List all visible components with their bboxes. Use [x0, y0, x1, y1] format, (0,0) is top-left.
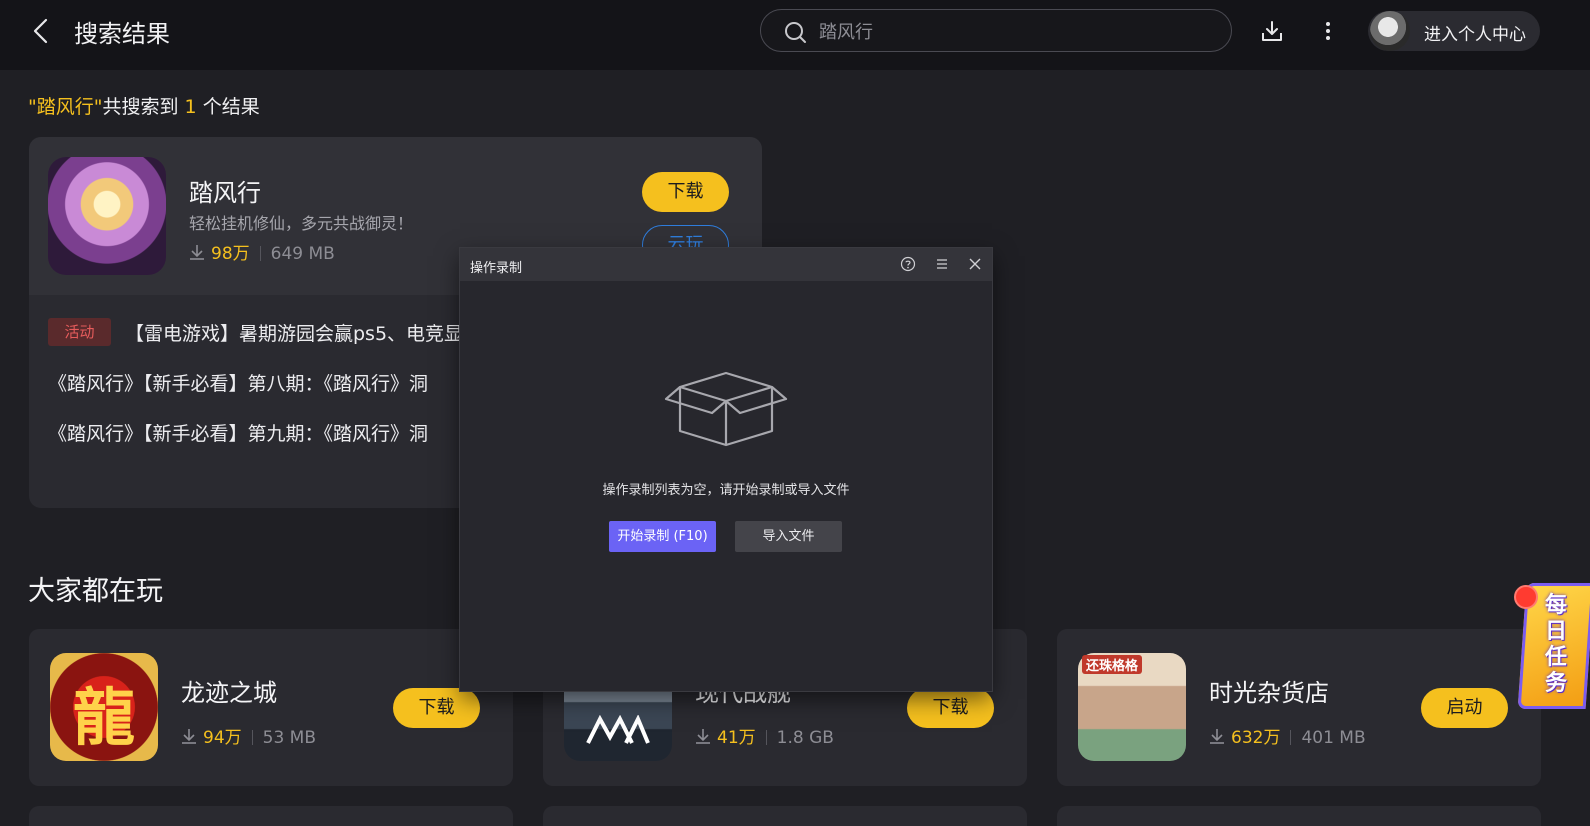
user-center-button[interactable]: 进入个人中心: [1368, 11, 1540, 51]
popular-game-card-partial: [29, 806, 513, 826]
game-meta: 41万 1.8 GB: [695, 723, 834, 748]
download-button[interactable]: 下载: [907, 688, 994, 728]
file-size: 1.8 GB: [776, 728, 834, 748]
result-count: 1: [184, 96, 197, 118]
avatar: [1370, 11, 1410, 51]
section-title: 大家都在玩: [28, 576, 163, 607]
news-item[interactable]: 《踏风行》【新手必看】第八期：《踏风行》洞: [48, 369, 428, 396]
game-name[interactable]: 龙迹之城: [181, 673, 277, 708]
meta-divider: [765, 730, 767, 745]
meta-divider: [259, 246, 261, 261]
download-manager-icon[interactable]: [1260, 19, 1284, 43]
game-icon-tafengxing[interactable]: [48, 157, 166, 275]
news-item[interactable]: 《踏风行》【新手必看】第九期：《踏风行》洞: [48, 419, 428, 446]
game-icon-glyph: 龍: [72, 681, 135, 754]
file-size: 401 MB: [1301, 728, 1366, 748]
meta-divider: [1290, 730, 1292, 745]
daily-task-label: 每日任务: [1544, 593, 1567, 696]
download-count: 94万: [203, 728, 242, 748]
download-button[interactable]: 下载: [642, 172, 729, 212]
file-size: 649 MB: [270, 244, 335, 264]
game-meta: 98万 649 MB: [189, 239, 335, 264]
back-arrow-icon[interactable]: [28, 16, 54, 46]
popular-game-card[interactable]: 龍 龙迹之城 94万 53 MB 下载: [29, 629, 513, 786]
import-file-button[interactable]: 导入文件: [735, 521, 842, 552]
game-name[interactable]: 时光杂货店: [1209, 673, 1329, 708]
download-count: 41万: [717, 728, 756, 748]
user-center-label: 进入个人中心: [1424, 25, 1526, 45]
operation-record-dialog: 操作录制 操作录制列表为空，请开始录制或导入文件 开始录制 (F10) 导入文件: [460, 248, 992, 691]
result-summary: "踏风行"共搜索到 1 个结果: [28, 92, 260, 119]
daily-task-widget[interactable]: 每日任务: [1512, 583, 1590, 709]
game-meta: 632万 401 MB: [1209, 723, 1366, 748]
download-count-icon: [190, 245, 204, 260]
close-icon[interactable]: [967, 256, 983, 272]
empty-message: 操作录制列表为空，请开始录制或导入文件: [602, 483, 850, 498]
search-box[interactable]: [760, 9, 1232, 52]
search-input[interactable]: [819, 14, 1199, 47]
popular-game-card-partial: [1057, 806, 1541, 826]
download-count-icon: [696, 729, 710, 744]
launch-button[interactable]: 启动: [1421, 688, 1508, 728]
help-icon[interactable]: [900, 256, 916, 272]
game-description: 轻松挂机修仙，多元共战御灵！: [189, 214, 414, 233]
dialog-titlebar[interactable]: 操作录制: [460, 248, 992, 281]
game-icon-longji[interactable]: 龍: [50, 653, 158, 761]
game-meta: 94万 53 MB: [181, 723, 316, 748]
game-name[interactable]: 踏风行: [189, 173, 261, 208]
start-recording-button[interactable]: 开始录制 (F10): [609, 521, 716, 552]
dialog-title: 操作录制: [470, 261, 523, 276]
file-size: 53 MB: [262, 728, 317, 748]
result-middle: 共搜索到: [102, 96, 179, 118]
search-icon: [785, 22, 806, 43]
game-logo-icon: [586, 715, 650, 744]
download-button[interactable]: 下载: [393, 688, 480, 728]
page-title: 搜索结果: [74, 20, 170, 48]
activity-tag: 活动: [48, 318, 111, 346]
download-count: 632万: [1231, 728, 1281, 748]
popular-game-card-partial: [543, 806, 1027, 826]
game-icon-banner: 还珠格格: [1082, 655, 1143, 674]
empty-box-icon: [664, 371, 788, 447]
meta-divider: [251, 730, 253, 745]
menu-icon[interactable]: [934, 256, 950, 272]
result-query: "踏风行": [28, 96, 103, 118]
more-options-icon[interactable]: [1318, 19, 1338, 43]
download-count-icon: [1210, 729, 1224, 744]
download-count-icon: [182, 729, 196, 744]
news-item[interactable]: 【雷电游戏】暑期游园会赢ps5、电竞显: [125, 319, 463, 346]
game-icon-shiguang[interactable]: 还珠格格: [1078, 653, 1186, 761]
notification-dot: [1514, 585, 1538, 609]
top-bar: 搜索结果 进入个人中心: [0, 0, 1590, 70]
popular-game-card[interactable]: 还珠格格 时光杂货店 632万 401 MB 启动: [1057, 629, 1541, 786]
result-suffix: 个结果: [202, 96, 260, 118]
download-count: 98万: [211, 244, 250, 264]
